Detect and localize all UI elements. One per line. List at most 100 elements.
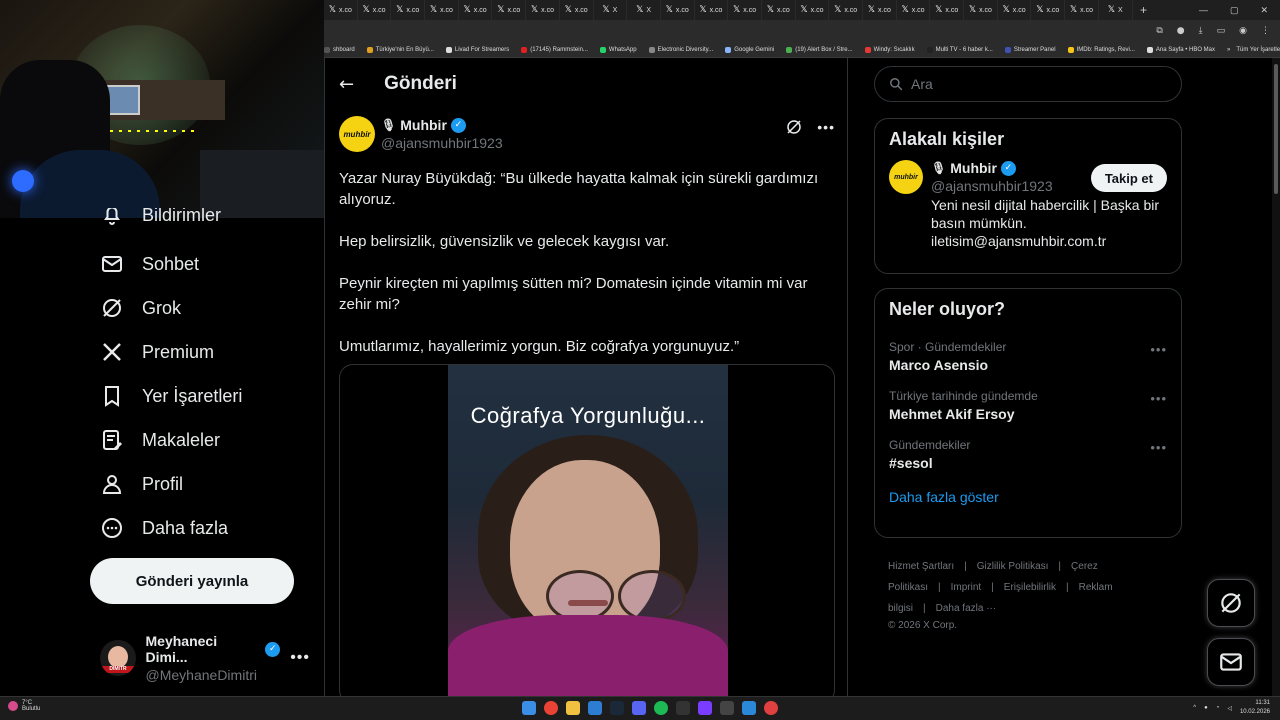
more-icon[interactable]: •••: [1150, 440, 1167, 455]
more-icon[interactable]: •••: [1150, 391, 1167, 406]
close-icon[interactable]: ✕: [1260, 5, 1268, 16]
browser-tab[interactable]: 𝕏x.co: [728, 0, 762, 20]
video-player[interactable]: Coğrafya Yorgunluğu...: [448, 365, 728, 696]
steam-icon[interactable]: [610, 701, 624, 715]
nav-item-yer-i-şaretleri[interactable]: Yer İşaretleri: [100, 381, 242, 411]
messages-fab-button[interactable]: [1207, 638, 1255, 686]
discord-icon[interactable]: [632, 701, 646, 715]
footer-link[interactable]: Gizlilik Politikası: [977, 561, 1049, 572]
profile-icon[interactable]: ●: [1177, 26, 1185, 36]
follow-button[interactable]: Takip et: [1090, 164, 1167, 192]
related-name[interactable]: Muhbir: [950, 160, 997, 176]
bookmark-item[interactable]: Electronic Diversity...: [648, 46, 713, 53]
more-icon[interactable]: •••: [290, 649, 310, 667]
bookmark-item[interactable]: Türkiye'nin En Büyü...: [366, 46, 434, 53]
browser-tab[interactable]: 𝕏x.co: [560, 0, 594, 20]
browser-tab[interactable]: 𝕏x.co: [1031, 0, 1066, 20]
wifi-icon[interactable]: ◔: [1216, 705, 1220, 711]
browser-tab[interactable]: 𝕏x.co: [762, 0, 796, 20]
footer-link[interactable]: Hizmet Şartları: [888, 561, 954, 572]
weather-widget[interactable]: 7°C Bulutlu: [8, 700, 40, 712]
more-icon[interactable]: •••: [817, 119, 835, 135]
tweet-media[interactable]: Coğrafya Yorgunluğu...: [339, 364, 835, 696]
new-tab-button[interactable]: +: [1133, 3, 1155, 17]
app-icon[interactable]: [764, 701, 778, 715]
account-switcher[interactable]: DIMITR Meyhaneci Dimi... ✓ @MeyhaneDimit…: [100, 633, 310, 683]
browser-tab[interactable]: 𝕏x.co: [930, 0, 965, 20]
bookmark-item[interactable]: Windy: Sıcaklık: [864, 46, 915, 53]
browser-tab[interactable]: 𝕏x.co: [796, 0, 830, 20]
browser-tab[interactable]: 𝕏x.co: [324, 0, 358, 20]
folder-icon[interactable]: [566, 701, 580, 715]
windows-start-icon[interactable]: [522, 701, 536, 715]
app-icon[interactable]: [720, 701, 734, 715]
nav-item-sohbet[interactable]: Sohbet: [100, 249, 199, 279]
bookmark-item[interactable]: IMDb: Ratings, Revi...: [1067, 46, 1135, 53]
bookmark-item[interactable]: (19) Alert Box / Stre...: [786, 46, 853, 53]
browser-tab[interactable]: 𝕏X: [1099, 0, 1133, 20]
minimize-icon[interactable]: —: [1199, 5, 1208, 16]
nav-item-makaleler[interactable]: Makaleler: [100, 425, 220, 455]
app-icon[interactable]: [588, 701, 602, 715]
maximize-icon[interactable]: ▢: [1230, 5, 1239, 16]
bookmark-item[interactable]: shboard: [324, 46, 355, 53]
trend-item[interactable]: Gündemdekiler #sesol •••: [875, 428, 1181, 477]
extensions-icon[interactable]: ⧉: [1156, 26, 1162, 36]
account-icon[interactable]: ◉: [1239, 26, 1247, 36]
nav-item-premium[interactable]: Premium: [100, 337, 214, 367]
bookmark-item[interactable]: Streamer Panel: [1004, 46, 1056, 53]
bookmark-item[interactable]: Multi TV - 6 haber k...: [926, 46, 993, 53]
menu-icon[interactable]: ⋮: [1261, 26, 1270, 36]
browser-tab[interactable]: 𝕏x.co: [661, 0, 695, 20]
browser-tab[interactable]: 𝕏x.co: [998, 0, 1032, 20]
back-arrow-icon[interactable]: ←: [339, 74, 354, 95]
split-icon[interactable]: ▭: [1217, 26, 1226, 36]
browser-tab[interactable]: 𝕏x.co: [391, 0, 426, 20]
more-icon[interactable]: •••: [1150, 342, 1167, 357]
related-handle[interactable]: @ajansmuhbir1923: [931, 178, 1053, 194]
url-bar[interactable]: [324, 23, 1144, 39]
trend-item[interactable]: Spor · Gündemdekiler Marco Asensio •••: [875, 330, 1181, 379]
nav-item-daha-fazla[interactable]: Daha fazla: [100, 513, 228, 543]
post-button[interactable]: Gönderi yayınla: [90, 558, 294, 604]
app-icon[interactable]: [742, 701, 756, 715]
browser-tab[interactable]: 𝕏x.co: [897, 0, 931, 20]
chevron-right-icon[interactable]: »: [1227, 47, 1230, 53]
browser-tab[interactable]: 𝕏x.co: [425, 0, 459, 20]
app-icon[interactable]: [676, 701, 690, 715]
browser-tab[interactable]: 𝕏x.co: [1065, 0, 1099, 20]
browser-tab[interactable]: 𝕏x.co: [459, 0, 493, 20]
nav-item-profil[interactable]: Profil: [100, 469, 183, 499]
bookmark-item[interactable]: (17145) Rammstein...: [521, 46, 588, 53]
browser-tab[interactable]: 𝕏x.co: [829, 0, 863, 20]
footer-link[interactable]: Imprint: [951, 582, 982, 593]
grok-icon[interactable]: [785, 118, 803, 136]
mic-icon[interactable]: ●: [1204, 705, 1208, 711]
bookmark-item[interactable]: Google Gemini: [725, 46, 774, 53]
bookmark-item[interactable]: Ana Sayfa • HBO Max: [1146, 46, 1215, 53]
browser-tab[interactable]: 𝕏x.co: [526, 0, 560, 20]
footer-link[interactable]: Daha fazla ···: [936, 603, 997, 614]
trend-item[interactable]: Türkiye tarihinde gündemde Mehmet Akif Er…: [875, 379, 1181, 428]
bookmark-item[interactable]: Livad For Streamers: [445, 46, 509, 53]
search-input[interactable]: Ara: [874, 66, 1182, 102]
scrollbar[interactable]: [1272, 58, 1280, 696]
avatar[interactable]: muhbir: [889, 160, 923, 194]
nav-item-grok[interactable]: Grok: [100, 293, 181, 323]
footer-link[interactable]: Erişilebilirlik: [1004, 582, 1056, 593]
browser-tab[interactable]: 𝕏X: [594, 0, 628, 20]
grok-fab-button[interactable]: [1207, 579, 1255, 627]
nav-item-bildirimler[interactable]: Bildirimler: [100, 208, 221, 226]
browser-tab[interactable]: 𝕏x.co: [358, 0, 392, 20]
all-bookmarks[interactable]: » Tüm Yer İşaretleri: [1227, 47, 1280, 53]
browser-tab[interactable]: 𝕏X: [627, 0, 661, 20]
download-icon[interactable]: ⤓: [1199, 26, 1203, 36]
author-handle[interactable]: @ajansmuhbir1923: [381, 135, 503, 151]
spotify-icon[interactable]: [654, 701, 668, 715]
browser-tab[interactable]: 𝕏x.co: [964, 0, 998, 20]
browser-tab[interactable]: 𝕏x.co: [695, 0, 729, 20]
tweet-author[interactable]: muhbir 🎙 Muhbir ✓ @ajansmuhbir1923: [339, 116, 835, 152]
show-more-link[interactable]: Daha fazla göster: [875, 477, 1181, 519]
app-icon[interactable]: [698, 701, 712, 715]
clock[interactable]: 11:31 10.02.2026: [1240, 699, 1270, 717]
